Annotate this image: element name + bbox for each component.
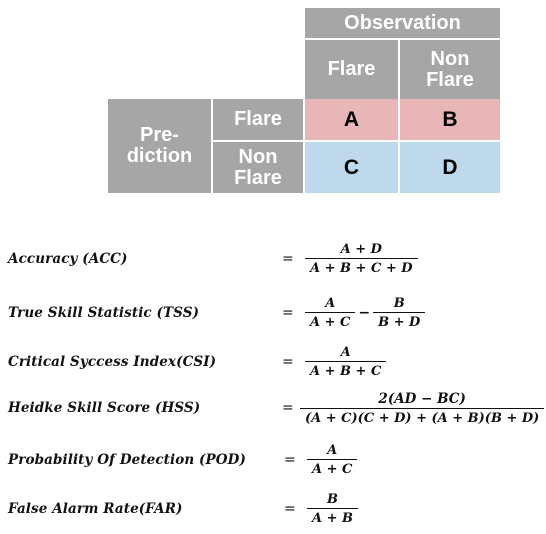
fraction-denominator: A + B bbox=[307, 508, 359, 526]
formula-equals-far: = bbox=[284, 501, 296, 517]
table-cell-a: A bbox=[305, 99, 398, 140]
fraction-pod: A A + C bbox=[307, 443, 358, 477]
fraction-numerator: A bbox=[327, 443, 338, 458]
formula-expression-pod: A A + C bbox=[307, 443, 358, 477]
fraction-denominator: (A + C)(C + D) + (A + B)(B + D) bbox=[300, 407, 545, 426]
fraction-csi: A A + B + C bbox=[305, 345, 387, 379]
formula-expression-hss: 2(AD − BC) (A + C)(C + D) + (A + B)(B + … bbox=[300, 390, 545, 426]
formula-label-tss: True Skill Statistic (TSS) bbox=[8, 305, 200, 321]
formula-equals-csi: = bbox=[282, 354, 294, 370]
fraction-denominator: A + B + C + D bbox=[305, 258, 418, 276]
table-cell-b: B bbox=[400, 99, 500, 140]
fraction-numerator: A bbox=[325, 296, 336, 311]
formula-row-csi: Critical Syccess Index(CSI) = A A + B + … bbox=[0, 337, 546, 387]
metric-formula-list: Accuracy (ACC) = A + D A + B + C + D Tru… bbox=[0, 226, 546, 528]
fraction-numerator: A + D bbox=[340, 242, 382, 257]
fraction-denominator: A + C bbox=[305, 312, 356, 330]
fraction-numerator: 2(AD − BC) bbox=[378, 390, 466, 407]
fraction-denominator: A + B + C bbox=[305, 361, 387, 379]
observation-column-flare-header: Flare bbox=[305, 40, 398, 99]
fraction-numerator: B bbox=[393, 296, 405, 311]
formula-equals-acc: = bbox=[282, 251, 294, 267]
fraction-numerator: A bbox=[340, 345, 351, 360]
formula-row-far: False Alarm Rate(FAR) = B A + B bbox=[0, 484, 546, 534]
formula-expression-acc: A + D A + B + C + D bbox=[305, 242, 418, 276]
formula-row-acc: Accuracy (ACC) = A + D A + B + C + D bbox=[0, 234, 546, 284]
formula-row-tss: True Skill Statistic (TSS) = A A + C − B… bbox=[0, 288, 546, 338]
formula-label-pod: Probability Of Detection (POD) bbox=[8, 452, 246, 468]
formula-label-far: False Alarm Rate(FAR) bbox=[8, 501, 183, 517]
table-cell-d: D bbox=[400, 142, 500, 193]
prediction-row-flare-header: Flare bbox=[213, 99, 303, 140]
formula-expression-far: B A + B bbox=[307, 492, 359, 526]
prediction-row-nonflare-header: Non Flare bbox=[213, 142, 303, 193]
formula-row-hss: Heidke Skill Score (HSS) = 2(AD − BC) (A… bbox=[0, 383, 546, 433]
fraction-far: B A + B bbox=[307, 492, 359, 526]
fraction-acc: A + D A + B + C + D bbox=[305, 242, 418, 276]
formula-expression-csi: A A + B + C bbox=[305, 345, 387, 379]
fraction-tss-second: B B + D bbox=[373, 296, 426, 330]
fraction-denominator: A + C bbox=[307, 459, 358, 477]
prediction-header-cell: Pre-diction bbox=[108, 99, 211, 193]
fraction-denominator: B + D bbox=[373, 312, 426, 330]
observation-header-cell: Observation bbox=[305, 8, 500, 38]
fraction-numerator: B bbox=[327, 492, 339, 507]
table-cell-c: C bbox=[305, 142, 398, 193]
formula-label-acc: Accuracy (ACC) bbox=[8, 251, 128, 267]
formula-equals-pod: = bbox=[284, 452, 296, 468]
formula-label-hss: Heidke Skill Score (HSS) bbox=[8, 400, 201, 416]
observation-column-nonflare-header: Non Flare bbox=[400, 40, 500, 99]
formula-equals-hss: = bbox=[282, 400, 294, 416]
minus-operator: − bbox=[358, 305, 371, 321]
formula-row-pod: Probability Of Detection (POD) = A A + C bbox=[0, 435, 546, 485]
formula-expression-tss: A A + C − B B + D bbox=[305, 296, 426, 330]
fraction-hss: 2(AD − BC) (A + C)(C + D) + (A + B)(B + … bbox=[300, 390, 545, 426]
formula-equals-tss: = bbox=[282, 305, 294, 321]
formula-label-csi: Critical Syccess Index(CSI) bbox=[8, 354, 217, 370]
fraction-tss-first: A A + C bbox=[305, 296, 356, 330]
contingency-table: Observation Flare Non Flare Pre-diction F… bbox=[108, 8, 500, 193]
